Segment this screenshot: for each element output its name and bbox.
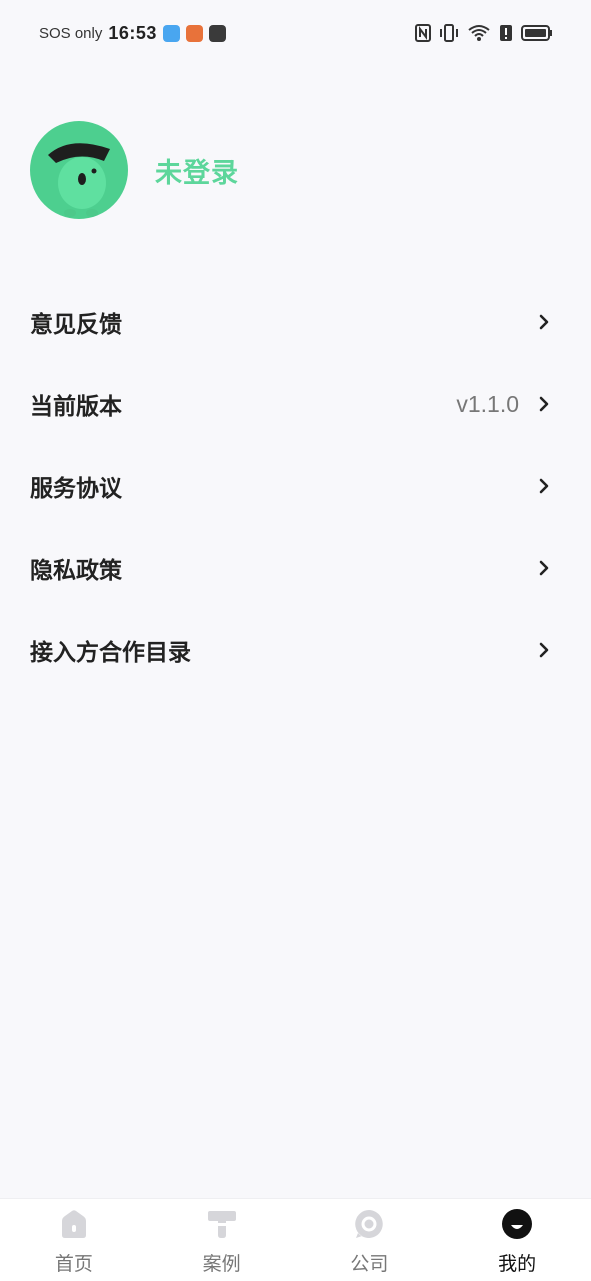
menu-item-right (519, 641, 551, 659)
menu-item-label: 当前版本 (30, 394, 122, 420)
chevron-right-icon (539, 642, 549, 658)
notification-app-icon (208, 24, 226, 42)
company-icon (352, 1207, 386, 1241)
tab-label: 案例 (202, 1253, 241, 1275)
menu-item-service-agreement[interactable]: 服务协议 (0, 445, 591, 527)
battery-icon (521, 25, 552, 41)
version-value: v1.1.0 (456, 390, 519, 417)
menu-item-version[interactable]: 当前版本 v1.1.0 (0, 363, 591, 445)
chevron-right-icon (539, 314, 549, 330)
status-right (415, 24, 553, 42)
tab-label: 公司 (350, 1253, 389, 1275)
menu-item-label: 接入方合作目录 (30, 640, 191, 666)
tab-cases[interactable]: 案例 (148, 1199, 296, 1281)
tab-label: 我的 (498, 1253, 537, 1275)
menu-item-right (519, 313, 551, 331)
menu-item-right (519, 477, 551, 495)
carrier-text: SOS only (39, 24, 103, 42)
avatar-character-icon (48, 143, 110, 217)
menu-item-label: 意见反馈 (30, 312, 122, 338)
avatar[interactable] (30, 121, 128, 219)
tab-home[interactable]: 首页 (0, 1199, 148, 1281)
chevron-right-icon (539, 478, 549, 494)
clock-text: 16:53 (108, 22, 157, 43)
bottom-tab-bar: 首页 案例 公司 我的 (0, 1198, 591, 1281)
chevron-right-icon (539, 560, 549, 576)
status-bar: SOS only 16:53 (0, 0, 591, 66)
username-label[interactable]: 未登录 (155, 151, 239, 190)
menu-item-partner-directory[interactable]: 接入方合作目录 (0, 609, 591, 691)
menu-item-privacy-policy[interactable]: 隐私政策 (0, 527, 591, 609)
menu-item-feedback[interactable]: 意见反馈 (0, 281, 591, 363)
vibrate-icon (440, 24, 458, 42)
home-icon (57, 1207, 91, 1241)
notification-app-icon (185, 24, 203, 42)
menu-item-right: v1.1.0 (456, 391, 551, 418)
tab-company[interactable]: 公司 (296, 1199, 444, 1281)
notification-app-icon (162, 24, 180, 42)
nfc-icon (415, 24, 431, 42)
menu-item-right (519, 559, 551, 577)
status-left: SOS only 16:53 (39, 23, 226, 44)
tab-mine[interactable]: 我的 (443, 1199, 591, 1281)
menu-item-label: 隐私政策 (30, 558, 122, 584)
menu-item-label: 服务协议 (30, 476, 122, 502)
settings-menu: 意见反馈 当前版本 v1.1.0 服务协议 隐私政策 接入方合作目录 (0, 281, 591, 691)
case-icon (205, 1207, 239, 1241)
tab-label: 首页 (54, 1253, 93, 1275)
chevron-right-icon (539, 396, 549, 412)
profile-icon (500, 1207, 534, 1241)
profile-header[interactable]: 未登录 (30, 121, 239, 219)
alert-icon (500, 25, 512, 41)
wifi-icon (468, 25, 490, 41)
